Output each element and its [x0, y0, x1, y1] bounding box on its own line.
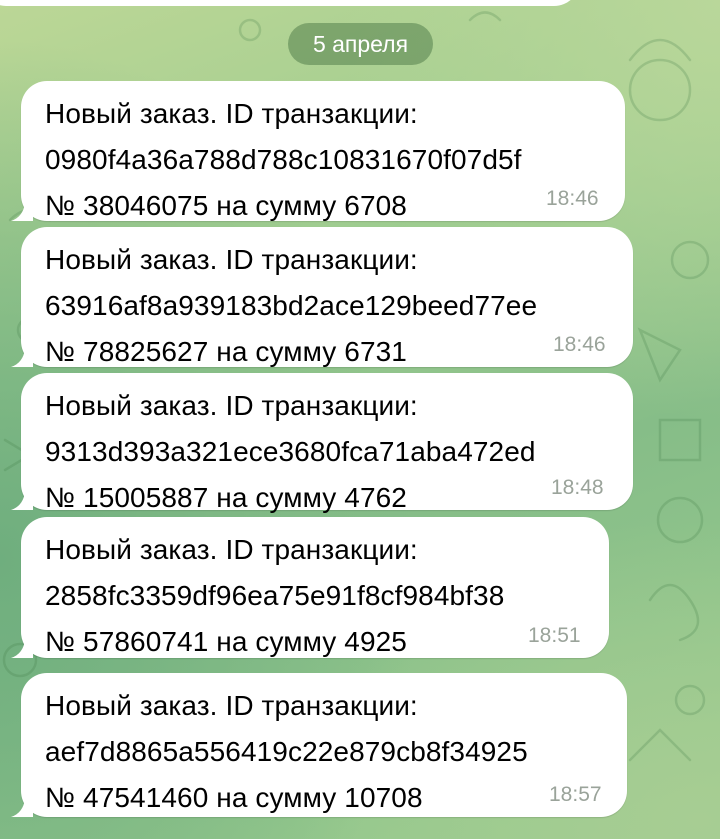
message-text: Новый заказ. ID транзакции: 63916af8a9391… — [45, 237, 623, 375]
message-text: Новый заказ. ID транзакции: 2858fc3359df9… — [45, 527, 599, 665]
bubble-tail — [11, 199, 33, 221]
message-line-transaction-id: 0980f4a36a788d788c10831670f07d5f — [45, 144, 522, 175]
message-text: Новый заказ. ID транзакции: 9313d393a321e… — [45, 383, 623, 521]
bubble-tail — [11, 636, 33, 658]
message-bubble[interactable]: Новый заказ. ID транзакции: aef7d8865a556… — [11, 673, 627, 817]
message-bubble[interactable]: Новый заказ. ID транзакции: 63916af8a9391… — [11, 227, 633, 367]
message-bubble[interactable]: Новый заказ. ID транзакции: 0980f4a36a788… — [11, 81, 625, 221]
message-timestamp: 18:48 — [551, 476, 604, 499]
message-text: Новый заказ. ID транзакции: 0980f4a36a788… — [45, 91, 615, 229]
message-line-order-amount: № 38046075 на сумму 6708 — [45, 190, 407, 221]
message-bubble[interactable]: Новый заказ. ID транзакции: 9313d393a321e… — [11, 373, 633, 513]
bubble-tail — [11, 795, 33, 817]
message-bubble[interactable]: Новый заказ. ID транзакции: 2858fc3359df9… — [11, 517, 609, 658]
message-line-title: Новый заказ. ID транзакции: — [45, 534, 418, 565]
previous-message-bubble[interactable] — [0, 0, 580, 6]
message-line-title: Новый заказ. ID транзакции: — [45, 690, 418, 721]
bubble-tail — [11, 488, 33, 510]
message-text: Новый заказ. ID транзакции: aef7d8865a556… — [45, 683, 617, 821]
message-line-transaction-id: 9313d393a321ece3680fca71aba472ed — [45, 436, 536, 467]
message-line-order-amount: № 15005887 на сумму 4762 — [45, 482, 407, 513]
message-line-order-amount: № 57860741 на сумму 4925 — [45, 626, 407, 657]
message-line-title: Новый заказ. ID транзакции: — [45, 390, 418, 421]
message-timestamp: 18:51 — [528, 624, 581, 647]
bubble-tail — [11, 345, 33, 367]
message-line-order-amount: № 78825627 на сумму 6731 — [45, 336, 407, 367]
message-timestamp: 18:46 — [546, 187, 599, 210]
message-timestamp: 18:57 — [549, 783, 602, 806]
message-line-transaction-id: 63916af8a939183bd2ace129beed77ee — [45, 290, 538, 321]
date-separator: 5 апреля — [288, 23, 433, 65]
message-line-title: Новый заказ. ID транзакции: — [45, 244, 418, 275]
message-line-title: Новый заказ. ID транзакции: — [45, 98, 418, 129]
message-line-transaction-id: aef7d8865a556419c22e879cb8f34925 — [45, 736, 528, 767]
message-line-transaction-id: 2858fc3359df96ea75e91f8cf984bf38 — [45, 580, 505, 611]
message-line-order-amount: № 47541460 на сумму 10708 — [45, 782, 423, 813]
message-timestamp: 18:46 — [553, 333, 606, 356]
